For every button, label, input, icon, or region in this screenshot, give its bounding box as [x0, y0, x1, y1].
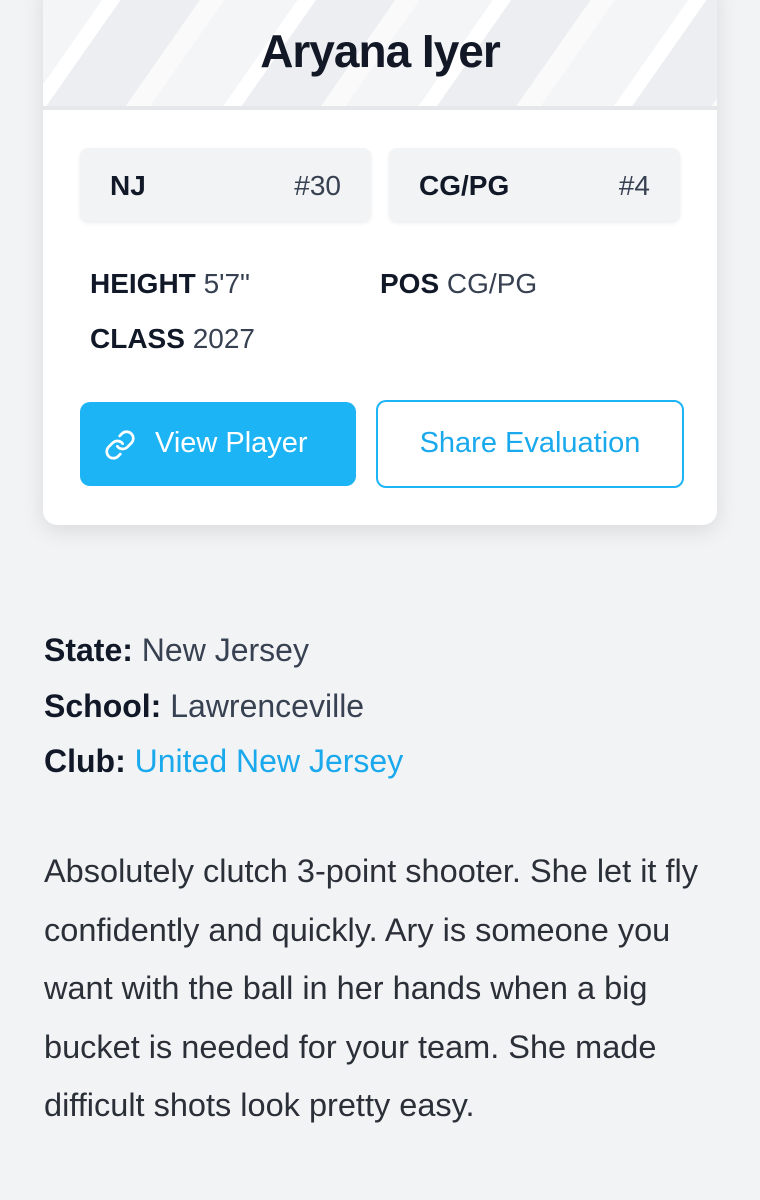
school-value: Lawrenceville	[170, 688, 365, 724]
club-link[interactable]: United New Jersey	[135, 743, 404, 779]
class-value: 2027	[192, 323, 255, 354]
share-evaluation-label: Share Evaluation	[419, 427, 641, 459]
school-row: School: Lawrenceville	[44, 688, 364, 725]
rank-number: #4	[618, 170, 650, 201]
class-label: CLASS	[90, 323, 185, 354]
height-stat: HEIGHT 5'7"	[90, 268, 250, 300]
card-header: Aryana Iyer	[43, 0, 717, 110]
view-player-button[interactable]: View Player	[80, 402, 356, 486]
club-label: Club:	[44, 743, 126, 779]
player-card: Aryana Iyer NJ #30 CG/PG #4 HEIGHT 5'7" …	[43, 0, 717, 525]
state-jersey-chip: NJ #30	[80, 148, 371, 221]
state-row: State: New Jersey	[44, 632, 309, 669]
share-evaluation-button[interactable]: Share Evaluation	[376, 400, 684, 488]
state-abbr: NJ	[110, 170, 146, 201]
class-stat: CLASS 2027	[90, 323, 255, 355]
club-row: Club: United New Jersey	[44, 743, 403, 780]
view-player-label: View Player	[155, 427, 308, 459]
pos-value: CG/PG	[446, 268, 538, 299]
evaluation-text: Absolutely clutch 3-point shooter. She l…	[44, 853, 698, 1123]
pos-stat: POS CG/PG	[380, 268, 537, 300]
jersey-number: #30	[294, 170, 341, 201]
state-value: New Jersey	[141, 632, 309, 668]
height-value: 5'7"	[203, 268, 250, 299]
link-icon	[104, 429, 136, 461]
state-label: State:	[44, 632, 133, 668]
pos-label: POS	[380, 268, 440, 299]
player-name: Aryana Iyer	[260, 25, 501, 77]
position-rank-chip: CG/PG #4	[389, 148, 680, 221]
position-chip-label: CG/PG	[419, 170, 510, 201]
height-label: HEIGHT	[90, 268, 196, 299]
school-label: School:	[44, 688, 162, 724]
